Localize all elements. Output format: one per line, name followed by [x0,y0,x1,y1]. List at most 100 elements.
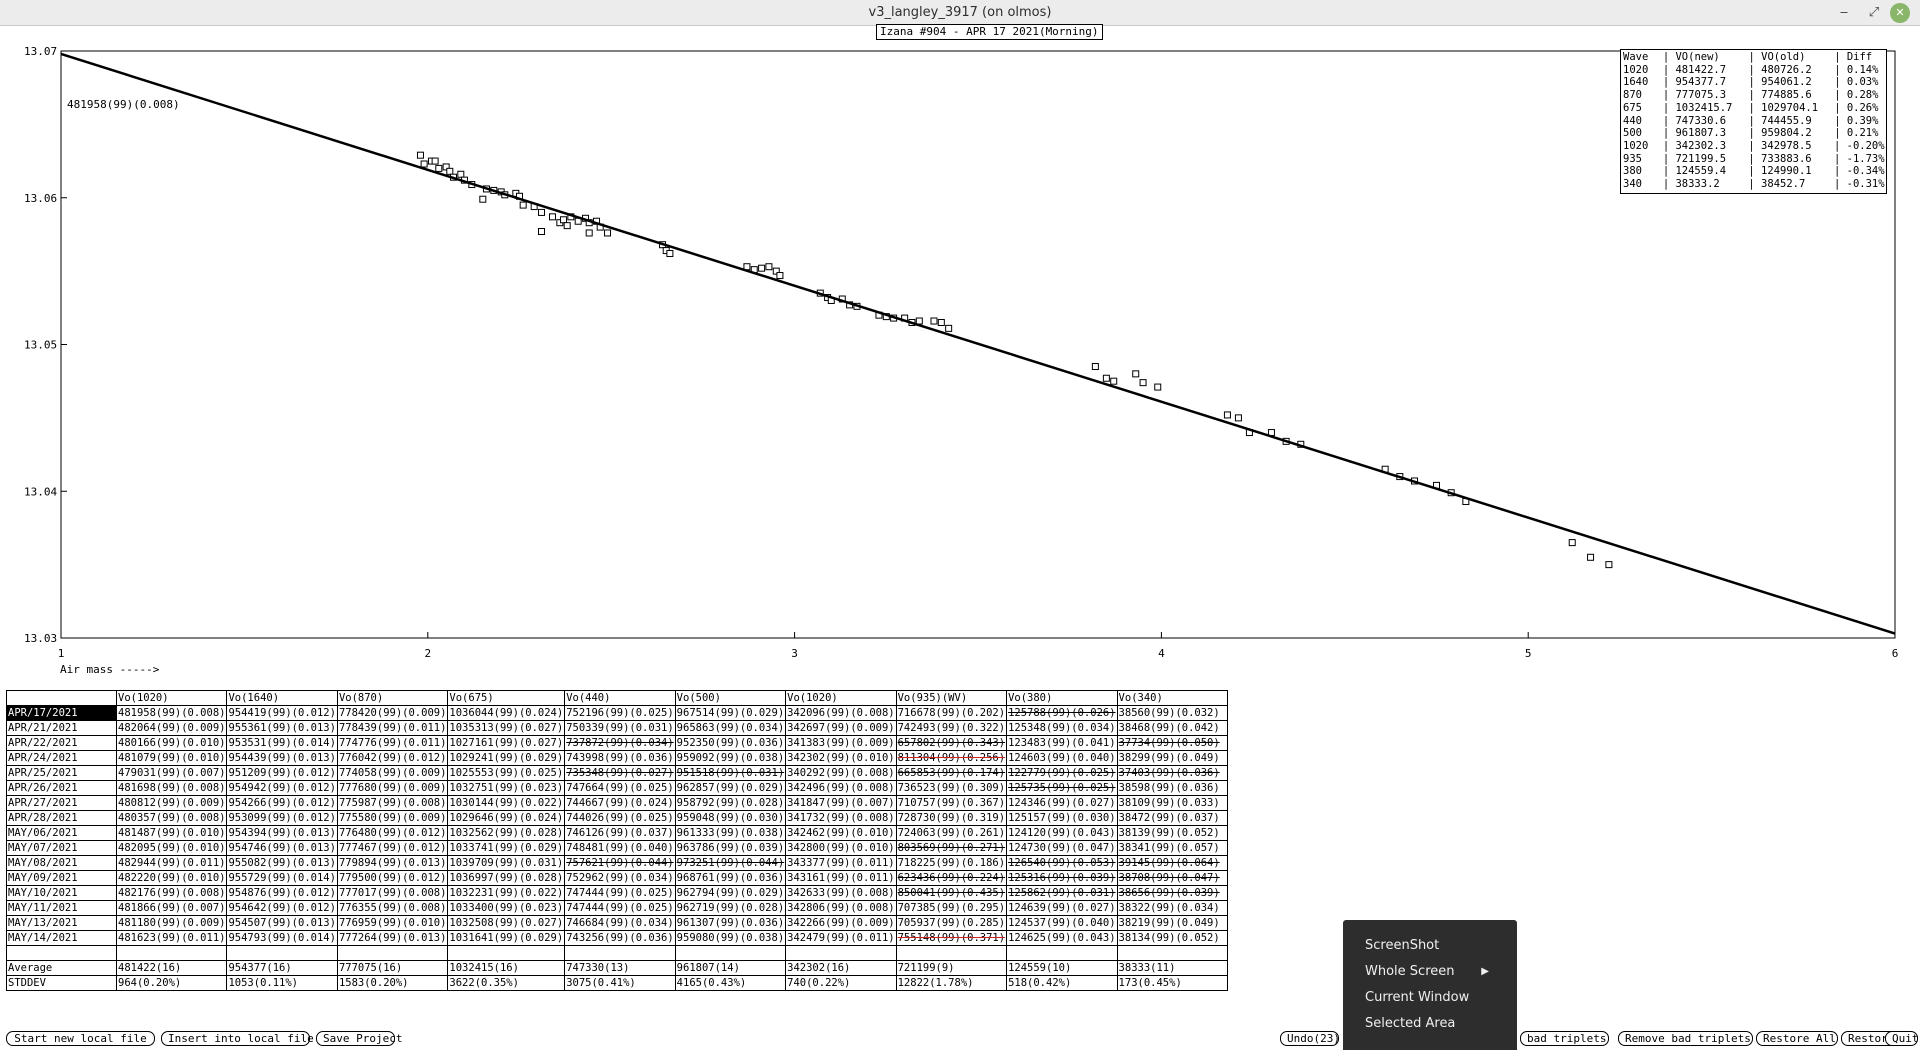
table-cell[interactable]: 955729(99)(0.014) [226,870,338,886]
table-cell[interactable]: 961807(14) [674,960,787,976]
table-cell[interactable]: 479031(99)(0.007) [115,765,228,781]
minimize-button[interactable]: ‒ [1834,3,1854,23]
average-row[interactable]: Average 481422(16) 954377(16) 777075(16) 103… [6,960,1228,976]
row-label[interactable]: MAY/06/2021 [6,825,117,841]
table-cell[interactable]: 959048(99)(0.030) [674,810,787,826]
table-cell[interactable]: 777075(16) [336,960,449,976]
table-cell[interactable]: 718225(99)(0.186) [895,855,1008,871]
table-cell[interactable]: 38598(99)(0.036) [1116,780,1228,796]
table-cell[interactable]: 343377(99)(0.011) [785,855,897,871]
table-cell[interactable]: 1583(0.20%) [336,975,449,991]
save-project-button[interactable]: Save Project [316,1031,402,1046]
table-cell[interactable]: 4165(0.43%) [674,975,787,991]
table-cell[interactable]: 746126(99)(0.037) [564,825,676,841]
table-cell[interactable]: 1032415(16) [447,960,566,976]
table-cell[interactable]: 811304(99)(0.256) [895,750,1008,766]
table-cell[interactable]: 705937(99)(0.285) [895,915,1008,931]
table-cell[interactable]: 38333(11) [1116,960,1228,976]
table-cell[interactable]: 961333(99)(0.038) [674,825,787,841]
row-label[interactable]: APR/25/2021 [6,765,117,781]
table-cell[interactable]: 124537(99)(0.040) [1006,915,1118,931]
table-cell[interactable]: 959092(99)(0.038) [674,750,787,766]
menu-item-screenshot[interactable]: ScreenShot [1343,936,1517,962]
start-new-local-file-button[interactable]: Start new local file [6,1031,155,1046]
table-cell[interactable]: 776480(99)(0.012) [336,825,449,841]
table-cell[interactable]: 126540(99)(0.053) [1006,855,1118,871]
row-label[interactable]: APR/28/2021 [6,810,117,826]
table-cell[interactable]: 1029646(99)(0.024) [447,810,566,826]
table-cell[interactable]: 342479(99)(0.011) [785,930,897,946]
table-cell[interactable]: 748481(99)(0.040) [564,840,676,856]
table-cell[interactable]: 736523(99)(0.309) [895,780,1008,796]
table-cell[interactable]: 480166(99)(0.010) [115,735,228,751]
table-cell[interactable]: 125157(99)(0.030) [1006,810,1118,826]
table-row[interactable]: APR/24/2021 481079(99)(0.010) 954439(99)(0… [6,750,1228,766]
row-label[interactable]: STDDEV [6,975,117,991]
table-cell[interactable]: 38322(99)(0.034) [1116,900,1228,916]
menu-item-whole-screen[interactable]: Whole Screen ▶ [1343,962,1517,988]
table-cell[interactable]: 775580(99)(0.009) [336,810,449,826]
table-cell[interactable]: 777017(99)(0.008) [336,885,449,901]
table-cell[interactable]: 38109(99)(0.033) [1116,795,1228,811]
table-cell[interactable]: 125788(99)(0.026) [1006,705,1118,721]
table-cell[interactable]: 1033741(99)(0.029) [447,840,566,856]
table-cell[interactable]: 742493(99)(0.322) [895,720,1008,736]
table-cell[interactable]: 342697(99)(0.009) [785,720,897,736]
table-row[interactable]: MAY/14/2021 481623(99)(0.011) 954793(99)(0… [6,930,1228,946]
table-cell[interactable]: 342302(16) [785,960,897,976]
table-cell[interactable]: 777467(99)(0.012) [336,840,449,856]
table-cell[interactable]: 657802(99)(0.343) [895,735,1008,751]
table-cell[interactable]: 124625(99)(0.043) [1006,930,1118,946]
row-label[interactable]: APR/26/2021 [6,780,117,796]
table-cell[interactable]: 776042(99)(0.012) [336,750,449,766]
table-cell[interactable]: 1032231(99)(0.022) [447,885,566,901]
table-cell[interactable]: 777264(99)(0.013) [336,930,449,946]
close-button[interactable]: ✕ [1890,3,1910,23]
stddev-row[interactable]: STDDEV 964(0.20%) 1053(0.11%) 1583(0.20%) 3… [6,975,1228,991]
table-cell[interactable]: 482944(99)(0.011) [115,855,228,871]
table-cell[interactable]: 665853(99)(0.174) [895,765,1008,781]
table-cell[interactable]: 173(0.45%) [1116,975,1228,991]
table-cell[interactable]: 38299(99)(0.049) [1116,750,1228,766]
table-cell[interactable]: 747664(99)(0.025) [564,780,676,796]
table-cell[interactable]: 481698(99)(0.008) [115,780,228,796]
table-cell[interactable]: 958792(99)(0.028) [674,795,787,811]
table-cell[interactable]: 481422(16) [115,960,228,976]
table-cell[interactable]: 38656(99)(0.039) [1116,885,1228,901]
restore-all-button[interactable]: Restore All [1756,1031,1838,1046]
table-cell[interactable]: 342633(99)(0.008) [785,885,897,901]
table-cell[interactable]: 724063(99)(0.261) [895,825,1008,841]
table-cell[interactable]: 776355(99)(0.008) [336,900,449,916]
row-label[interactable]: APR/21/2021 [6,720,117,736]
table-cell[interactable]: 744026(99)(0.025) [564,810,676,826]
table-cell[interactable]: 953099(99)(0.012) [226,810,338,826]
undo-button[interactable]: Undo(23) [1280,1031,1340,1046]
table-cell[interactable]: 968761(99)(0.036) [674,870,787,886]
row-label[interactable]: MAY/10/2021 [6,885,117,901]
table-cell[interactable]: 124559(10) [1006,960,1118,976]
table-cell[interactable]: 1033400(99)(0.023) [447,900,566,916]
table-cell[interactable]: 954419(99)(0.012) [226,705,338,721]
table-row[interactable]: MAY/09/2021 482220(99)(0.010) 955729(99)(0… [6,870,1228,886]
table-cell[interactable]: 342096(99)(0.008) [785,705,897,721]
table-cell[interactable]: 124120(99)(0.043) [1006,825,1118,841]
table-cell[interactable]: 778439(99)(0.011) [336,720,449,736]
table-cell[interactable]: 342302(99)(0.010) [785,750,897,766]
table-cell[interactable]: 39145(99)(0.064) [1116,855,1228,871]
table-cell[interactable]: 38134(99)(0.052) [1116,930,1228,946]
row-label[interactable]: Average [6,960,117,976]
table-cell[interactable]: 776959(99)(0.010) [336,915,449,931]
table-cell[interactable]: 973251(99)(0.044) [674,855,787,871]
table-cell[interactable]: 481487(99)(0.010) [115,825,228,841]
table-cell[interactable]: 38472(99)(0.037) [1116,810,1228,826]
row-label[interactable]: APR/22/2021 [6,735,117,751]
table-cell[interactable]: 341383(99)(0.009) [785,735,897,751]
table-cell[interactable]: 747444(99)(0.025) [564,900,676,916]
row-label[interactable]: MAY/07/2021 [6,840,117,856]
table-cell[interactable]: 124603(99)(0.040) [1006,750,1118,766]
table-cell[interactable]: 757621(99)(0.044) [564,855,676,871]
table-cell[interactable]: 481623(99)(0.011) [115,930,228,946]
table-cell[interactable]: 340292(99)(0.008) [785,765,897,781]
table-cell[interactable]: 3622(0.35%) [447,975,566,991]
table-cell[interactable]: 954793(99)(0.014) [226,930,338,946]
